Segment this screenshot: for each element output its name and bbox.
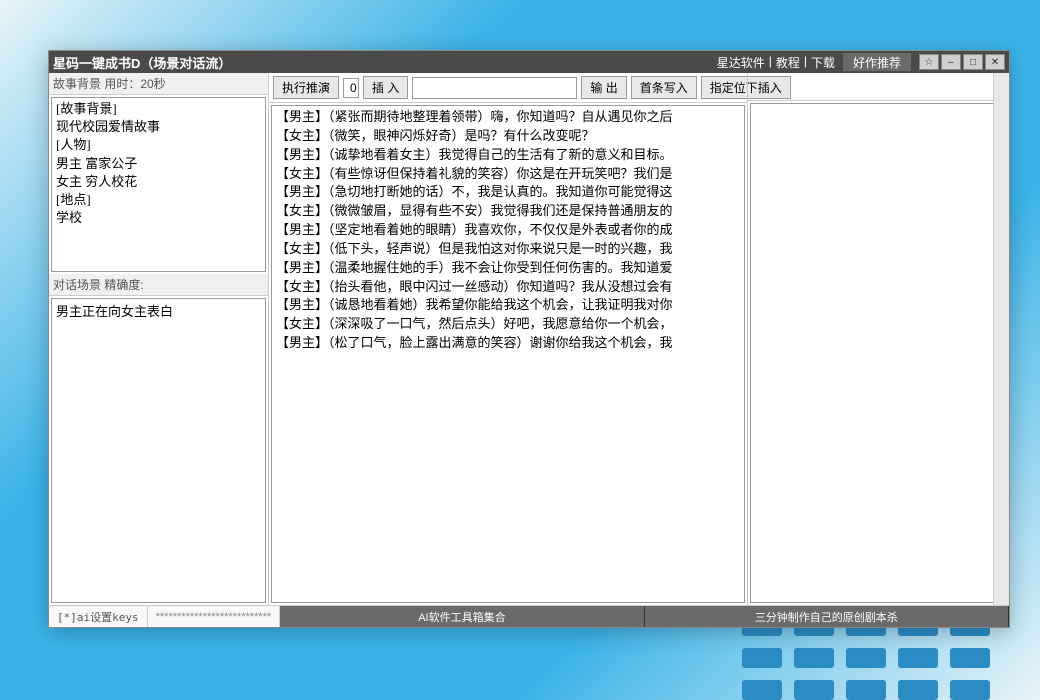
dialogue-line: 【男主】（坚定地看着她的眼睛）我喜欢你，不仅仅是外表或者你的成 (276, 221, 740, 240)
dialogue-scene-header: 对话场景 精确度: (49, 274, 268, 296)
link-tutorial[interactable]: 教程 (776, 54, 800, 71)
app-window: 星码一键成书D（场景对话流） 星达软件 | 教程 | 下载 好作推荐 ☆ – □… (48, 50, 1010, 628)
left-column: 故事背景 用时：20秒 [故事背景] 现代校园爱情故事 [人物] 男主 富家公子… (49, 73, 269, 605)
stars-decoration: *************************** (148, 606, 281, 627)
titlebar-links: 星达软件 | 教程 | 下载 (717, 54, 835, 71)
dialogue-line: 【男主】（温柔地握住她的手）我不会让你受到任何伤害的。我知道爱 (276, 259, 740, 278)
dialogue-scene-input[interactable]: 男主正在向女主表白 (51, 298, 266, 603)
link-download[interactable]: 下载 (811, 54, 835, 71)
dialogue-line: 【女主】（有些惊讶但保持着礼貌的笑容）你这是在开玩笑吧？我们是 (276, 165, 740, 184)
story-bg-header: 故事背景 用时：20秒 (49, 73, 268, 95)
star-icon[interactable]: ☆ (919, 54, 939, 70)
center-column: 执行推演 0 插 入 输 出 首条写入 指定位下插入 【男主】（紧张而期待地整理… (269, 73, 747, 605)
app-title: 星码一键成书D（场景对话流） (53, 53, 717, 72)
dialogue-line: 【男主】（松了口气，脸上露出满意的笑容）谢谢你给我这个机会，我 (276, 334, 740, 353)
bottom-bar: [*]ai设置keys *************************** … (49, 605, 1009, 627)
content-area: 故事背景 用时：20秒 [故事背景] 现代校园爱情故事 [人物] 男主 富家公子… (49, 73, 1009, 627)
link-software[interactable]: 星达软件 (717, 54, 765, 71)
insert-input[interactable] (412, 77, 577, 99)
main-region: 故事背景 用时：20秒 [故事背景] 现代校园爱情故事 [人物] 男主 富家公子… (49, 73, 1009, 605)
execute-button[interactable]: 执行推演 (273, 76, 339, 99)
dialogue-line: 【男主】（紧张而期待地整理着领带）嗨，你知道吗？自从遇见你之后 (276, 108, 740, 127)
dialogue-line: 【男主】（急切地打断她的话）不，我是认真的。我知道你可能觉得这 (276, 183, 740, 202)
dialogue-output[interactable]: 【男主】（紧张而期待地整理着领带）嗨，你知道吗？自从遇见你之后【女主】（微笑，眼… (271, 105, 745, 603)
counter-display: 0 (343, 78, 359, 98)
titlebar: 星码一键成书D（场景对话流） 星达软件 | 教程 | 下载 好作推荐 ☆ – □… (49, 51, 1009, 73)
dialogue-line: 【男主】（诚恳地看着她）我希望你能给我这个机会，让我证明我对你 (276, 296, 740, 315)
scrollbar[interactable] (993, 73, 1009, 605)
right-column (747, 73, 1009, 605)
dialogue-line: 【女主】（微笑，眼神闪烁好奇）是吗？有什么改变呢？ (276, 127, 740, 146)
dialogue-line: 【女主】（深深吸了一口气，然后点头）好吧，我愿意给你一个机会， (276, 315, 740, 334)
first-write-button[interactable]: 首条写入 (631, 76, 697, 99)
right-panel[interactable] (750, 103, 1007, 603)
dialogue-line: 【女主】（微微皱眉，显得有些不安）我觉得我们还是保持普通朋友的 (276, 202, 740, 221)
minimize-button[interactable]: – (941, 54, 961, 70)
dialogue-line: 【男主】（诚挚地看着女主）我觉得自己的生活有了新的意义和目标。 (276, 146, 740, 165)
recommend-button[interactable]: 好作推荐 (843, 53, 911, 71)
ai-toolbox-button[interactable]: AI软件工具箱集合 (280, 606, 644, 627)
dialogue-line: 【女主】（低下头，轻声说）但是我怕这对你来说只是一时的兴趣，我 (276, 240, 740, 259)
right-header-spacer (748, 73, 1009, 101)
maximize-button[interactable]: □ (963, 54, 983, 70)
toolbar: 执行推演 0 插 入 输 出 首条写入 指定位下插入 (269, 73, 747, 103)
dialogue-line: 【女主】（抬头看他，眼中闪过一丝感动）你知道吗？我从没想过会有 (276, 278, 740, 297)
output-button[interactable]: 输 出 (581, 76, 626, 99)
script-tutorial-button[interactable]: 三分钟制作自己的原创剧本杀 (645, 606, 1009, 627)
window-controls: ☆ – □ ✕ (919, 54, 1005, 70)
insert-button[interactable]: 插 入 (363, 76, 408, 99)
ai-keys-button[interactable]: [*]ai设置keys (49, 606, 148, 627)
close-button[interactable]: ✕ (985, 54, 1005, 70)
story-background-input[interactable]: [故事背景] 现代校园爱情故事 [人物] 男主 富家公子 女主 穷人校花 [地点… (51, 97, 266, 272)
